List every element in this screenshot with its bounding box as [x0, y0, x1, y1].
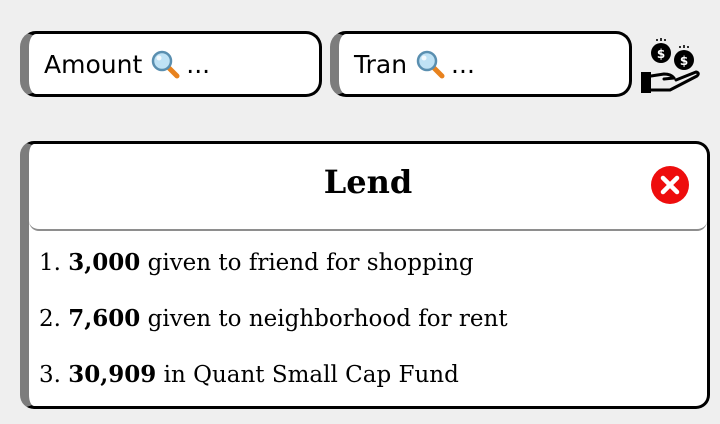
lend-item-description: given to neighborhood for rent — [147, 306, 508, 332]
lend-item-amount: 3,000 — [68, 249, 141, 276]
lend-panel: Lend 1. 3,000 given to friend for shoppi… — [20, 141, 710, 409]
magnifying-glass-icon — [416, 50, 445, 79]
amount-search-label: Amount — [44, 49, 143, 79]
lend-item-description: given to friend for shopping — [147, 250, 474, 276]
lend-list: 1. 3,000 given to friend for shopping 2.… — [39, 248, 697, 406]
tran-search-label: Tran — [354, 49, 408, 79]
lend-item-amount: 7,600 — [68, 305, 141, 332]
lend-list-item: 1. 3,000 given to friend for shopping — [39, 248, 697, 304]
close-button[interactable] — [651, 166, 689, 204]
tran-search-input[interactable]: Tran ... — [330, 31, 632, 97]
lend-item-description: in Quant Small Cap Fund — [163, 362, 459, 388]
lend-item-number: 1. — [39, 250, 61, 276]
money-hand-icon[interactable]: $ $ — [640, 38, 702, 96]
amount-search-input[interactable]: Amount ... — [20, 31, 322, 97]
lend-item-number: 2. — [39, 306, 61, 332]
lend-list-item: 2. 7,600 given to neighborhood for rent — [39, 304, 697, 360]
close-icon — [660, 175, 680, 195]
magnifying-glass-icon — [152, 50, 180, 79]
lend-list-item: 3. 30,909 in Quant Small Cap Fund — [39, 360, 697, 406]
lend-header: Lend — [29, 144, 707, 231]
svg-text:$: $ — [680, 54, 688, 68]
lend-item-amount: 30,909 — [68, 361, 157, 388]
svg-text:$: $ — [657, 47, 665, 61]
lend-item-number: 3. — [39, 362, 61, 388]
tran-search-ellipsis: ... — [451, 49, 475, 79]
lend-title: Lend — [323, 162, 413, 201]
amount-search-ellipsis: ... — [186, 49, 211, 79]
